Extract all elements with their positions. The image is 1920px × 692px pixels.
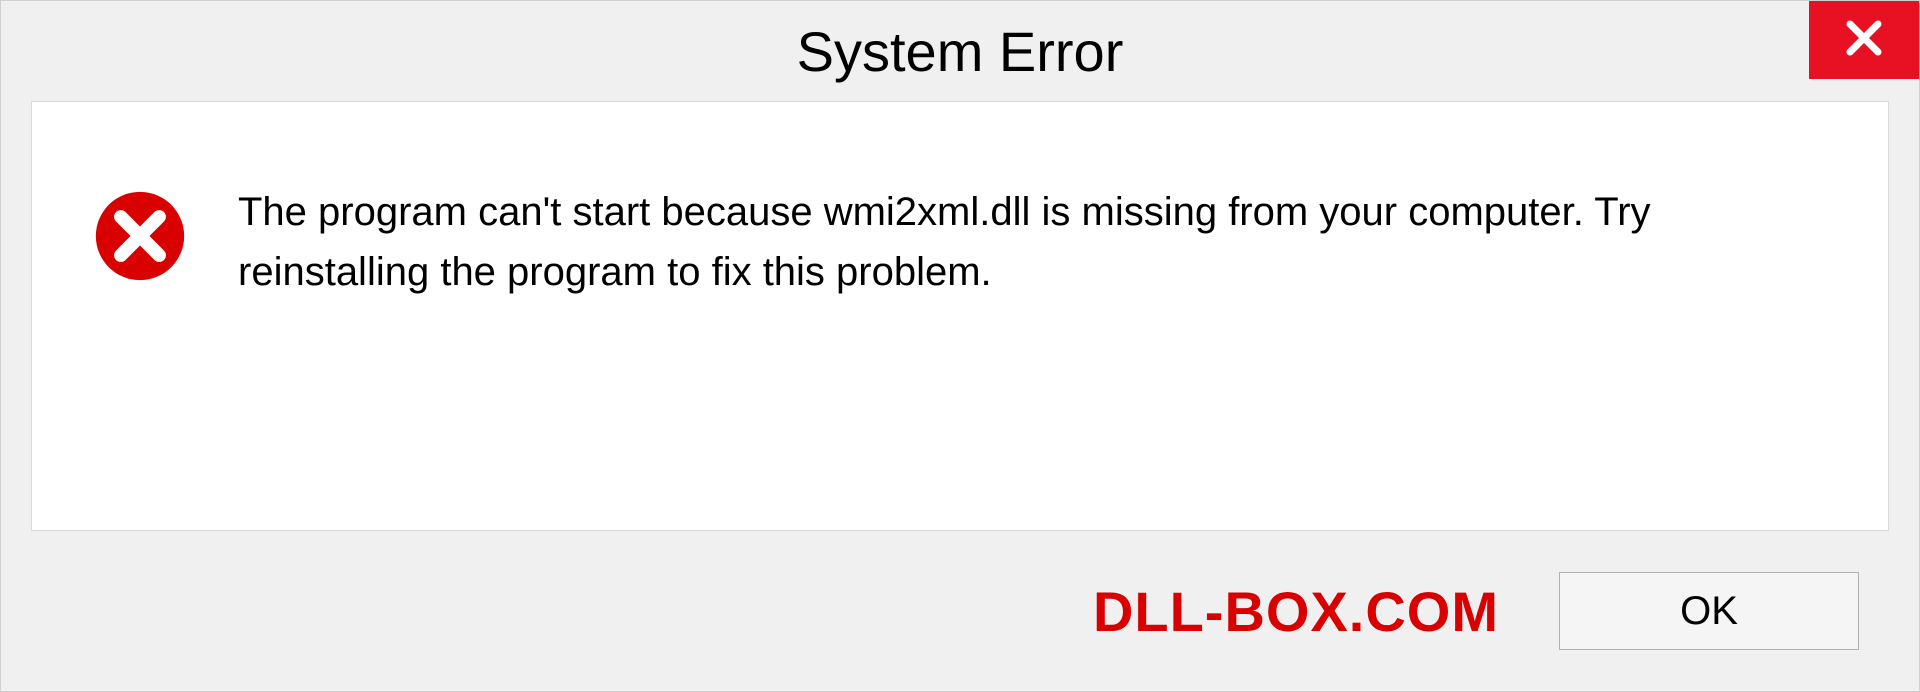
close-button[interactable] (1809, 1, 1919, 79)
dialog-title: System Error (797, 19, 1124, 84)
error-message: The program can't start because wmi2xml.… (238, 182, 1828, 302)
close-icon (1843, 17, 1885, 64)
watermark-text: DLL-BOX.COM (1093, 579, 1499, 644)
error-icon (92, 188, 188, 284)
title-bar: System Error (1, 1, 1919, 101)
ok-button-label: OK (1680, 589, 1738, 634)
ok-button[interactable]: OK (1559, 572, 1859, 650)
dialog-footer: DLL-BOX.COM OK (1, 531, 1919, 691)
dialog-body: The program can't start because wmi2xml.… (31, 101, 1889, 531)
system-error-dialog: System Error The program can't start bec… (0, 0, 1920, 692)
